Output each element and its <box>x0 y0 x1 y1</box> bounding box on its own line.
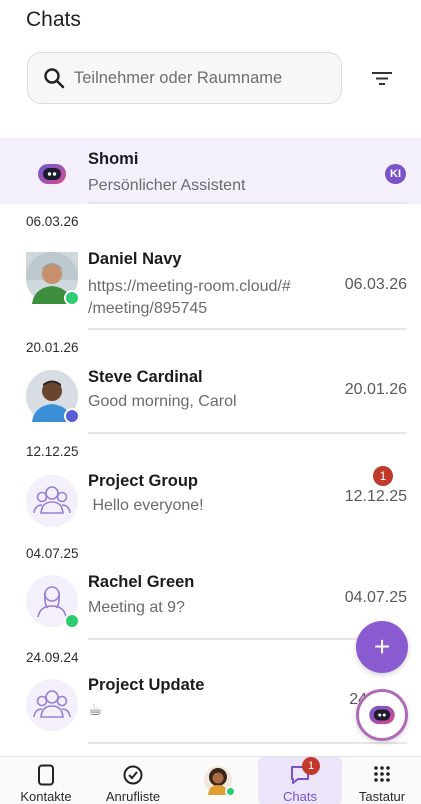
chat-row-daniel-navy[interactable]: Daniel Navy https://meeting-room.cloud/#… <box>0 238 421 330</box>
unread-badge: 1 <box>373 466 393 486</box>
search-icon <box>44 68 65 89</box>
assistant-name: Shomi <box>88 150 139 168</box>
contacts-icon <box>38 764 54 786</box>
chat-date: 20.01.26 <box>344 381 407 398</box>
chat-row-project-group[interactable]: Project Group Hello everyone! 1 12.12.25 <box>0 466 421 536</box>
group-icon <box>33 486 71 514</box>
date-section: 12.12.25 <box>26 444 79 459</box>
chat-row-steve-cardinal[interactable]: Steve Cardinal Good morning, Carol 20.01… <box>0 364 421 434</box>
chat-name: Rachel Green <box>88 573 195 591</box>
call-history-icon <box>123 765 143 785</box>
chat-row-rachel-green[interactable]: Rachel Green Meeting at 9? 04.07.25 <box>0 570 421 640</box>
nav-profile[interactable] <box>176 757 260 804</box>
nav-label: Anrufliste <box>105 789 161 804</box>
filter-button[interactable] <box>368 66 396 90</box>
search-bar[interactable] <box>27 52 342 104</box>
nav-chats[interactable]: 1 Chats <box>258 757 342 804</box>
search-input[interactable] <box>74 68 324 88</box>
assistant-logo-icon <box>369 705 395 725</box>
date-section: 20.01.26 <box>26 340 79 355</box>
chat-name: Project Group <box>88 472 199 490</box>
chat-date: 12.12.25 <box>344 488 407 505</box>
assistant-avatar <box>26 148 78 200</box>
new-chat-button[interactable]: + <box>356 621 408 673</box>
group-icon <box>33 690 71 718</box>
chat-preview: Meeting at 9? <box>88 599 185 616</box>
chats-unread-badge: 1 <box>302 757 320 775</box>
filter-icon <box>372 72 392 85</box>
keypad-icon <box>374 766 390 782</box>
avatar <box>26 575 80 629</box>
assistant-button[interactable] <box>356 689 408 741</box>
online-status-dot <box>64 613 80 629</box>
row-divider <box>88 534 407 536</box>
busy-status-dot <box>64 408 80 424</box>
nav-contacts[interactable]: Kontakte <box>4 757 88 804</box>
nav-label: Tastatur <box>358 789 406 804</box>
row-divider <box>88 202 407 204</box>
avatar <box>26 679 78 731</box>
avatar <box>26 370 80 424</box>
row-divider <box>88 328 407 330</box>
online-status-dot <box>64 290 80 306</box>
assistant-logo-icon <box>38 164 66 184</box>
page-title: Chats <box>26 8 81 31</box>
ki-badge: KI <box>385 164 406 184</box>
nav-label: Chats <box>283 789 317 804</box>
assistant-subtitle: Persönlicher Assistent <box>88 177 246 194</box>
online-status-dot <box>225 786 236 797</box>
row-divider <box>88 432 407 434</box>
chat-preview: Hello everyone! <box>88 497 204 514</box>
date-section: 06.03.26 <box>26 214 79 229</box>
chat-date: 06.03.26 <box>344 276 407 293</box>
nav-calls[interactable]: Anrufliste <box>91 757 175 804</box>
chat-name: Steve Cardinal <box>88 368 203 386</box>
chat-preview: Good morning, Carol <box>88 393 237 410</box>
avatar <box>26 475 78 527</box>
avatar <box>26 252 80 306</box>
chat-preview: https://meeting-room.cloud/# /meeting/89… <box>88 278 291 317</box>
chat-name: Daniel Navy <box>88 250 182 268</box>
bottom-navigation: Kontakte Anrufliste 1 Chats Tastatur <box>0 756 421 804</box>
chat-name: Project Update <box>88 676 205 694</box>
date-section: 04.07.25 <box>26 546 79 561</box>
nav-label: Kontakte <box>20 789 72 804</box>
chat-date: 04.07.25 <box>344 589 407 606</box>
chat-preview: ☕ <box>88 702 103 719</box>
plus-icon: + <box>373 631 391 662</box>
nav-keypad[interactable]: Tastatur <box>340 757 421 804</box>
assistant-row[interactable]: Shomi Persönlicher Assistent KI <box>0 138 421 204</box>
row-divider <box>88 742 407 744</box>
